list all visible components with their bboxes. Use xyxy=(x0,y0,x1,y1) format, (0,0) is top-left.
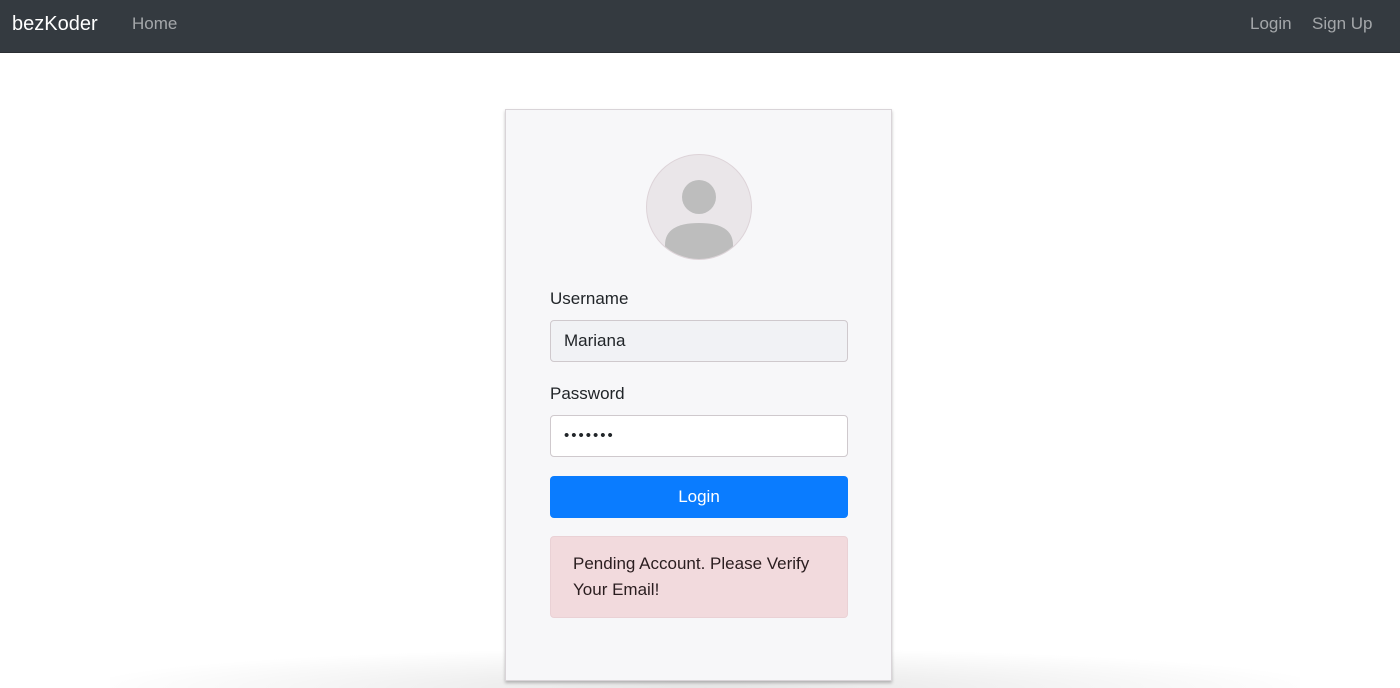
password-label: Password xyxy=(550,384,625,403)
brand-link[interactable]: bezKoder xyxy=(12,12,98,36)
login-button[interactable]: Login xyxy=(550,476,848,518)
login-card: Username Mariana Password ••••••• Login … xyxy=(505,109,892,681)
nav-link-signup[interactable]: Sign Up xyxy=(1312,13,1372,35)
alert-message: Pending Account. Please Verify Your Emai… xyxy=(550,536,848,618)
nav-link-login[interactable]: Login xyxy=(1250,13,1292,35)
user-avatar-icon xyxy=(646,154,752,260)
nav-link-home[interactable]: Home xyxy=(132,13,177,35)
top-navbar: bezKoder Home Login Sign Up xyxy=(0,0,1400,53)
username-label: Username xyxy=(550,289,629,308)
username-input[interactable]: Mariana xyxy=(550,320,848,362)
password-input[interactable]: ••••••• xyxy=(550,415,848,457)
